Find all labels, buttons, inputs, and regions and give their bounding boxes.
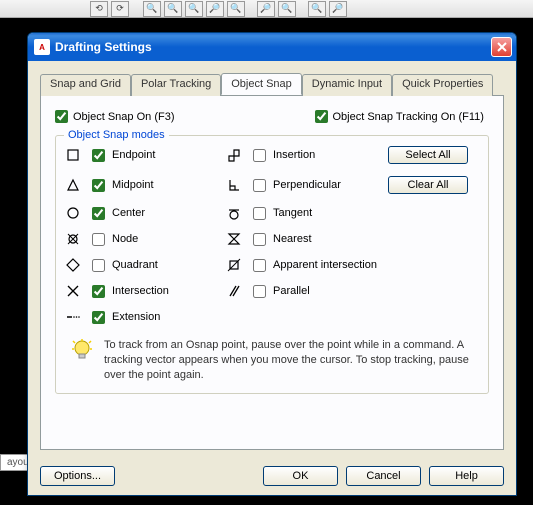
group-legend: Object Snap modes	[64, 129, 169, 141]
node-icon	[66, 232, 80, 246]
nearest-checkbox[interactable]	[253, 233, 266, 246]
cancel-button[interactable]: Cancel	[346, 466, 421, 486]
object-snap-on-checkbox[interactable]	[55, 110, 68, 123]
zoom-window-btn[interactable]: 🔍	[164, 1, 182, 17]
titlebar: A Drafting Settings	[28, 33, 516, 61]
drafting-settings-dialog: A Drafting Settings Snap and Grid Polar …	[27, 32, 517, 496]
center-checkbox[interactable]	[92, 207, 105, 220]
parallel-label: Parallel	[273, 285, 382, 297]
tab-quick-properties[interactable]: Quick Properties	[392, 74, 493, 96]
endpoint-checkbox[interactable]	[92, 149, 105, 162]
quadrant-checkbox[interactable]	[92, 259, 105, 272]
center-label: Center	[112, 207, 221, 219]
help-button[interactable]: Help	[429, 466, 504, 486]
clear-all-button[interactable]: Clear All	[388, 176, 468, 194]
extension-checkbox[interactable]	[92, 311, 105, 324]
app-icon: A	[34, 39, 50, 55]
select-all-button[interactable]: Select All	[388, 146, 468, 164]
insertion-icon	[227, 148, 241, 162]
extension-icon	[66, 310, 80, 324]
tab-dynamic-input[interactable]: Dynamic Input	[302, 74, 392, 96]
intersection-label: Intersection	[112, 285, 221, 297]
node-label: Node	[112, 233, 221, 245]
window-title: Drafting Settings	[55, 40, 152, 54]
tangent-label: Tangent	[273, 207, 382, 219]
tab-snap-grid[interactable]: Snap and Grid	[40, 74, 131, 96]
parallel-checkbox[interactable]	[253, 285, 266, 298]
object-snap-modes-group: Object Snap modes Endpoint Insertion Sel…	[55, 135, 489, 394]
toolbar-btn[interactable]: ⟲	[90, 1, 108, 17]
intersection-icon	[66, 284, 80, 298]
object-snap-on-label[interactable]: Object Snap On (F3)	[55, 110, 175, 123]
perpendicular-icon	[227, 178, 241, 192]
quadrant-icon	[66, 258, 80, 272]
close-button[interactable]	[491, 37, 512, 57]
insertion-checkbox[interactable]	[253, 149, 266, 162]
nearest-icon	[227, 232, 241, 246]
tab-strip: Snap and Grid Polar Tracking Object Snap…	[40, 73, 504, 96]
object-snap-tracking-text: Object Snap Tracking On (F11)	[333, 111, 484, 123]
apparent-intersection-checkbox[interactable]	[253, 259, 266, 272]
endpoint-label: Endpoint	[112, 149, 221, 161]
object-snap-on-text: Object Snap On (F3)	[73, 111, 175, 123]
lightbulb-icon	[70, 338, 94, 362]
midpoint-checkbox[interactable]	[92, 179, 105, 192]
nearest-label: Nearest	[273, 233, 382, 245]
zoom-out-btn[interactable]: 🔍	[278, 1, 296, 17]
apparent-intersection-icon	[227, 258, 241, 272]
tangent-icon	[227, 206, 241, 220]
zoom-realtime-btn[interactable]: 🔎	[206, 1, 224, 17]
ok-button[interactable]: OK	[263, 466, 338, 486]
perpendicular-checkbox[interactable]	[253, 179, 266, 192]
intersection-checkbox[interactable]	[92, 285, 105, 298]
toolbar-btn[interactable]: ⟳	[111, 1, 129, 17]
zoom-extents-btn[interactable]: 🔍	[143, 1, 161, 17]
endpoint-icon	[66, 148, 80, 162]
object-snap-tracking-checkbox[interactable]	[315, 110, 328, 123]
object-snap-tracking-label[interactable]: Object Snap Tracking On (F11)	[315, 110, 484, 123]
node-checkbox[interactable]	[92, 233, 105, 246]
parallel-icon	[227, 284, 241, 298]
tab-polar-tracking[interactable]: Polar Tracking	[131, 74, 221, 96]
midpoint-label: Midpoint	[112, 179, 221, 191]
quadrant-label: Quadrant	[112, 259, 221, 271]
zoom-center-btn[interactable]: 🔎	[329, 1, 347, 17]
options-button[interactable]: Options...	[40, 466, 115, 486]
insertion-label: Insertion	[273, 149, 382, 161]
tab-object-snap[interactable]: Object Snap	[221, 73, 302, 95]
perpendicular-label: Perpendicular	[273, 179, 382, 191]
zoom-obj-btn[interactable]: 🔍	[308, 1, 326, 17]
center-icon	[66, 206, 80, 220]
extension-label: Extension	[112, 311, 221, 323]
tangent-checkbox[interactable]	[253, 207, 266, 220]
apparent-intersection-label: Apparent intersection	[273, 259, 382, 271]
tip-text: To track from an Osnap point, pause over…	[104, 338, 474, 383]
midpoint-icon	[66, 178, 80, 192]
zoom-in-btn[interactable]: 🔎	[257, 1, 275, 17]
zoom-prev-btn[interactable]: 🔍	[185, 1, 203, 17]
zoom-all-btn[interactable]: 🔍	[227, 1, 245, 17]
